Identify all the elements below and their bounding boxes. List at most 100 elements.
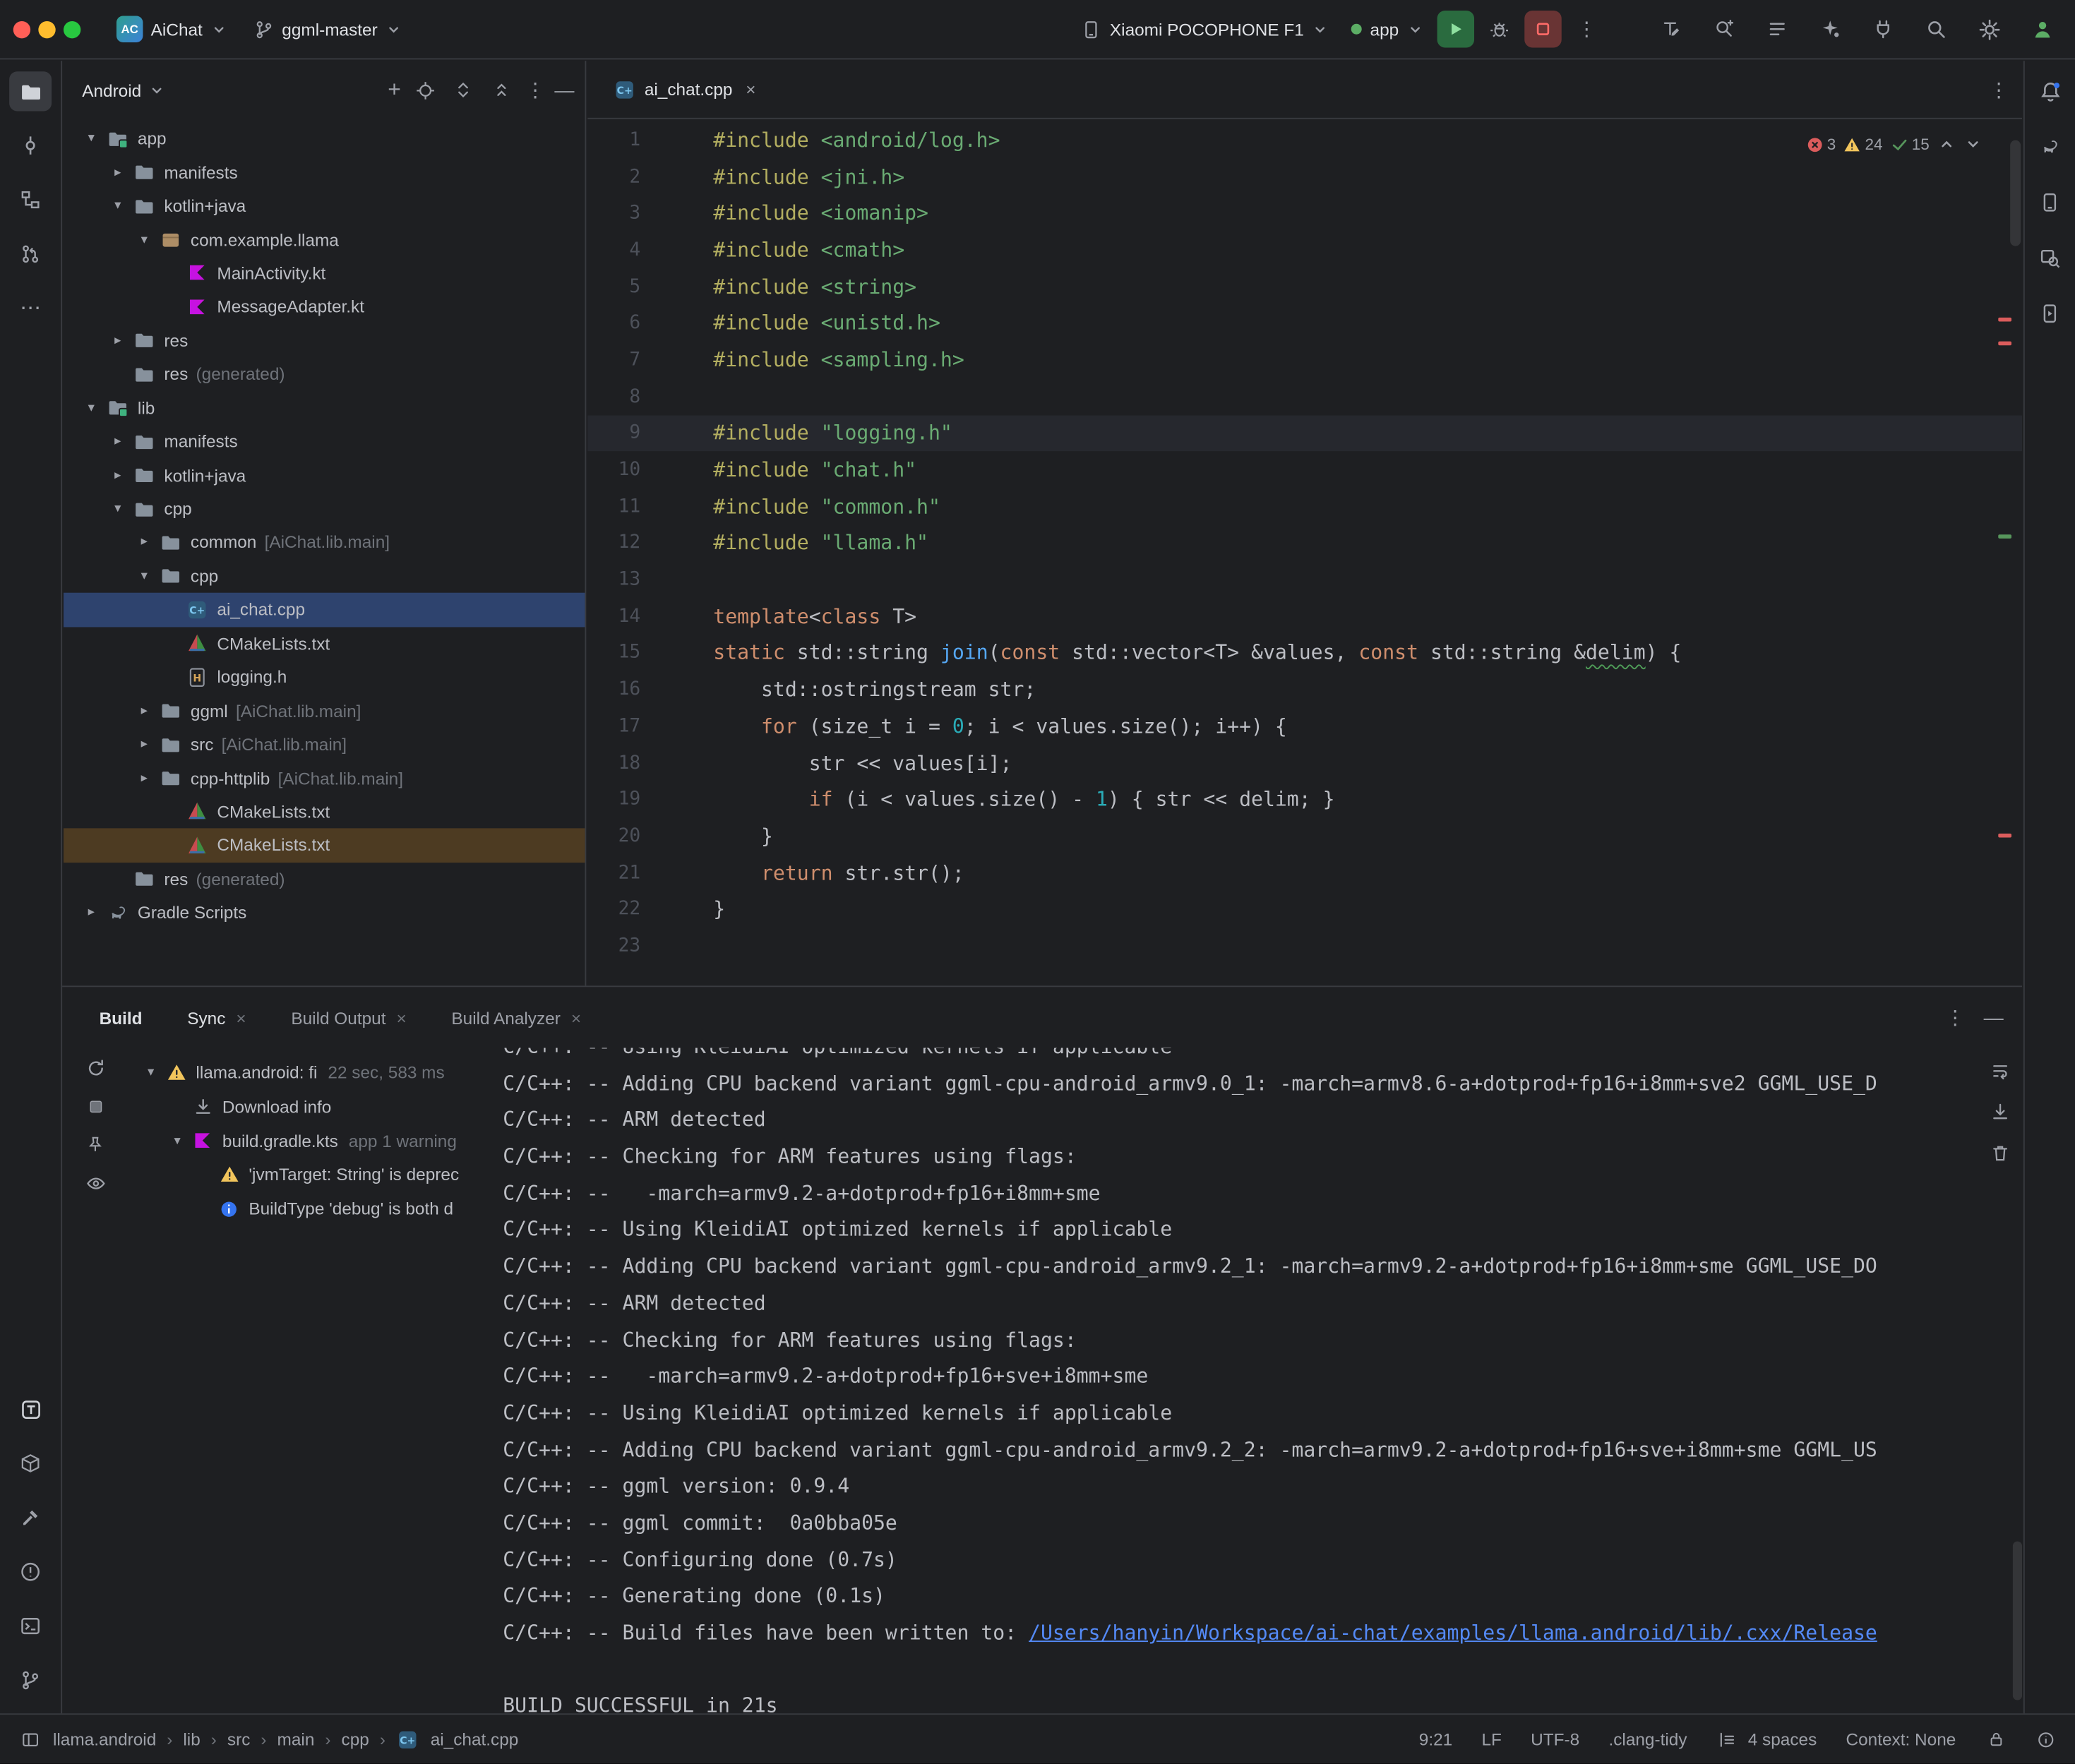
info-icon[interactable] bbox=[2035, 1729, 2057, 1750]
chevron-down-icon[interactable]: ▾ bbox=[132, 569, 156, 584]
build-tab-sync[interactable]: Sync× bbox=[187, 1007, 246, 1027]
chevron-right-icon[interactable]: ▸ bbox=[106, 468, 130, 483]
project-tree-item[interactable]: ▾app bbox=[64, 121, 585, 155]
breadcrumb-item[interactable]: cpp bbox=[342, 1729, 369, 1749]
indent-icon[interactable] bbox=[1716, 1729, 1738, 1750]
chevron-right-icon[interactable]: ▸ bbox=[132, 535, 156, 550]
project-tree-item[interactable]: ▾lib bbox=[64, 391, 585, 425]
context-status[interactable]: Context: None bbox=[1846, 1729, 1956, 1749]
line-number[interactable]: 17 bbox=[587, 716, 640, 737]
code-line[interactable]: 12#include "llama.h" bbox=[587, 524, 2022, 561]
project-selector[interactable]: AC AiChat bbox=[107, 12, 236, 47]
build-options-kebab[interactable]: ⋮ bbox=[1945, 1006, 1965, 1030]
tab-close-icon[interactable]: × bbox=[571, 1007, 581, 1027]
search-everywhere-icon[interactable] bbox=[1916, 11, 1956, 47]
build-tab-build-analyzer[interactable]: Build Analyzer× bbox=[451, 1007, 581, 1027]
code-line[interactable]: 22} bbox=[587, 891, 2022, 928]
locate-file-icon[interactable] bbox=[410, 76, 439, 104]
hide-build-panel-icon[interactable]: — bbox=[1984, 1006, 2004, 1028]
more-actions-kebab[interactable]: ⋮ bbox=[1567, 11, 1606, 47]
line-number[interactable]: 9 bbox=[587, 423, 640, 444]
project-tree-item[interactable]: CMakeLists.txt bbox=[64, 795, 585, 829]
code-line[interactable]: 7#include <sampling.h> bbox=[587, 342, 2022, 378]
error-stripe-mark[interactable] bbox=[1998, 834, 2011, 838]
code-line[interactable]: 19 if (i < values.size() - 1) { str << d… bbox=[587, 781, 2022, 818]
project-tree-item[interactable]: MessageAdapter.kt bbox=[64, 290, 585, 324]
line-number[interactable]: 6 bbox=[587, 313, 640, 334]
line-number[interactable]: 1 bbox=[587, 129, 640, 150]
line-number[interactable]: 3 bbox=[587, 203, 640, 224]
chevron-down-icon[interactable]: ▾ bbox=[165, 1134, 189, 1148]
chevron-right-icon[interactable]: ▸ bbox=[106, 333, 130, 348]
breadcrumb-item[interactable]: main bbox=[277, 1729, 315, 1749]
code-line[interactable]: 15static std::string join(const std::vec… bbox=[587, 635, 2022, 671]
code-line[interactable]: 5#include <string> bbox=[587, 268, 2022, 305]
project-view-selector[interactable]: Android bbox=[82, 80, 141, 100]
error-stripe-mark[interactable] bbox=[1998, 318, 2011, 322]
code-line[interactable]: 23 bbox=[587, 928, 2022, 964]
project-tree-item[interactable]: C+ai_chat.cpp bbox=[64, 593, 585, 627]
code-line[interactable]: 9#include "logging.h" bbox=[587, 415, 2022, 452]
device-manager-tool-button[interactable] bbox=[2028, 183, 2071, 222]
collapse-all-icon[interactable] bbox=[487, 76, 516, 104]
code-line[interactable]: 2#include <jni.h> bbox=[587, 158, 2022, 195]
pull-requests-tool-button[interactable] bbox=[9, 234, 52, 274]
find-usages-icon[interactable] bbox=[1704, 11, 1744, 47]
chevron-right-icon[interactable]: ▸ bbox=[106, 434, 130, 449]
build-tree-item[interactable]: Download info bbox=[128, 1090, 489, 1124]
window-layout-icon[interactable] bbox=[18, 1727, 42, 1751]
code-line[interactable]: 21 return str.str(); bbox=[587, 854, 2022, 891]
run-button[interactable] bbox=[1437, 11, 1474, 47]
project-tree-item[interactable]: CMakeLists.txt bbox=[64, 627, 585, 661]
device-selector[interactable]: Xiaomi POCOPHONE F1 bbox=[1072, 15, 1337, 44]
chevron-down-icon[interactable]: ▾ bbox=[79, 400, 103, 415]
file-encoding[interactable]: UTF-8 bbox=[1531, 1729, 1579, 1749]
breadcrumb-item[interactable]: lib bbox=[183, 1729, 200, 1749]
next-problem-icon[interactable] bbox=[1964, 135, 1983, 153]
line-number[interactable]: 15 bbox=[587, 642, 640, 664]
plugin-icon[interactable] bbox=[1863, 11, 1903, 47]
panel-options-kebab[interactable]: ⋮ bbox=[525, 78, 545, 102]
chevron-down-icon[interactable]: ▾ bbox=[106, 198, 130, 213]
project-tree-item[interactable]: ▸kotlin+java bbox=[64, 458, 585, 492]
project-tree-item[interactable]: ▸manifests bbox=[64, 425, 585, 459]
commit-tool-button[interactable] bbox=[9, 126, 52, 165]
code-line[interactable]: 13 bbox=[587, 561, 2022, 598]
error-stripe-mark[interactable] bbox=[1998, 342, 2011, 346]
line-number[interactable]: 19 bbox=[587, 789, 640, 810]
code-line[interactable]: 8 bbox=[587, 378, 2022, 415]
console-scrollbar[interactable] bbox=[2013, 1542, 2022, 1700]
line-number[interactable]: 18 bbox=[587, 752, 640, 774]
console-link[interactable]: /Users/hanyin/Workspace/ai-chat/examples… bbox=[1029, 1621, 1877, 1645]
version-control-tool-button[interactable] bbox=[9, 1660, 52, 1700]
scroll-to-end-icon[interactable] bbox=[1985, 1097, 2014, 1126]
build-tree-item[interactable]: 'jvmTarget: String' is deprec bbox=[128, 1158, 489, 1192]
editor-tab-ai-chat-cpp[interactable]: C+ ai_chat.cpp × bbox=[606, 61, 763, 118]
project-tree-item[interactable]: ▸common[AiChat.lib.main] bbox=[64, 526, 585, 560]
run-configuration-selector[interactable]: app bbox=[1342, 16, 1432, 43]
line-number[interactable]: 23 bbox=[587, 935, 640, 956]
code-line[interactable]: 6#include <unistd.h> bbox=[587, 305, 2022, 342]
window-zoom-button[interactable] bbox=[64, 20, 80, 37]
project-tree-item[interactable]: ▸ggml[AiChat.lib.main] bbox=[64, 694, 585, 728]
line-number[interactable]: 8 bbox=[587, 386, 640, 407]
code-line[interactable]: 14template<class T> bbox=[587, 598, 2022, 635]
project-tool-button[interactable] bbox=[9, 71, 52, 111]
pin-icon[interactable] bbox=[80, 1130, 109, 1159]
task-list-icon[interactable] bbox=[1757, 11, 1797, 47]
breadcrumb-item[interactable]: src bbox=[227, 1729, 251, 1749]
project-tree-item[interactable]: ▸Gradle Scripts bbox=[64, 896, 585, 930]
lock-icon[interactable] bbox=[1985, 1729, 2007, 1750]
structure-tool-button[interactable] bbox=[9, 180, 52, 220]
line-number[interactable]: 11 bbox=[587, 496, 640, 517]
line-number[interactable]: 5 bbox=[587, 276, 640, 297]
running-devices-tool-button[interactable] bbox=[2028, 294, 2071, 333]
project-tree-item[interactable]: res(generated) bbox=[64, 862, 585, 896]
chevron-down-icon[interactable]: ▾ bbox=[79, 131, 103, 146]
code-line[interactable]: 3#include <iomanip> bbox=[587, 195, 2022, 232]
project-tree-item[interactable]: CMakeLists.txt bbox=[64, 829, 585, 863]
window-close-button[interactable] bbox=[13, 20, 30, 37]
indent-size[interactable]: 4 spaces bbox=[1748, 1729, 1817, 1749]
build-console[interactable]: C/C++: -- Using KleidiAI optimized kerne… bbox=[489, 1048, 1972, 1713]
linter-status[interactable]: .clang-tidy bbox=[1608, 1729, 1687, 1749]
